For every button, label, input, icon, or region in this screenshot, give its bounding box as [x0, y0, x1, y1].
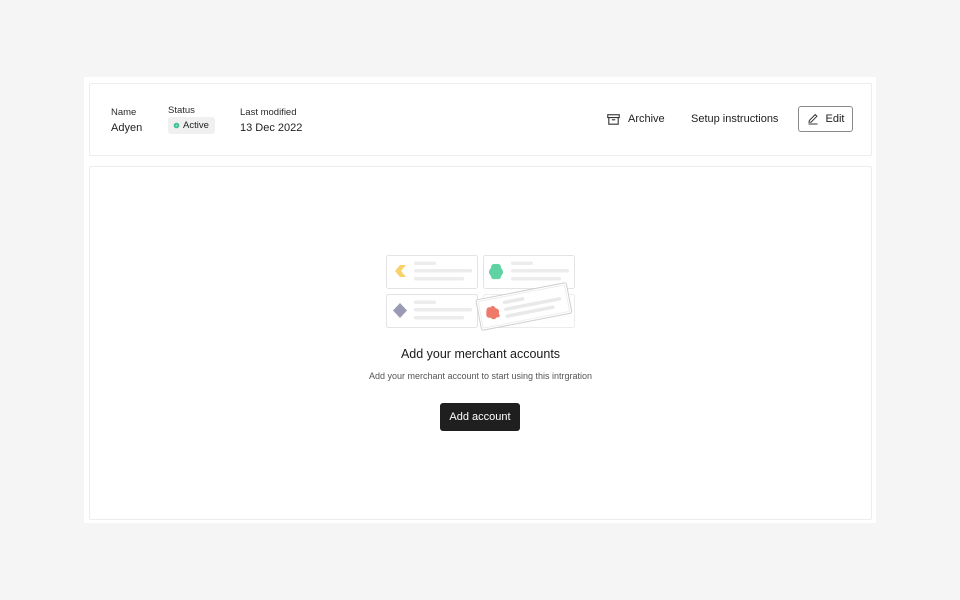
integration-header: Name Adyen Status Active Last modified 1… — [89, 83, 872, 156]
setup-instructions-label: Setup instructions — [691, 113, 779, 125]
setup-instructions-link[interactable]: Setup instructions — [691, 104, 778, 134]
empty-state-title: Add your merchant accounts — [400, 347, 561, 361]
status-value: Active — [183, 120, 209, 131]
edit-label: Edit — [825, 113, 845, 125]
integration-panel: Name Adyen Status Active Last modified 1… — [84, 77, 876, 523]
status-dot-icon — [173, 122, 180, 129]
status-label: Status — [168, 105, 195, 116]
archive-button[interactable]: Archive — [607, 104, 665, 134]
illustration-card — [386, 255, 478, 289]
merchant-accounts-empty-state: Add your merchant accounts Add your merc… — [89, 166, 872, 520]
status-badge: Active — [168, 117, 215, 134]
pencil-icon — [807, 113, 818, 125]
empty-state-illustration — [386, 255, 575, 331]
edit-button[interactable]: Edit — [798, 106, 853, 132]
name-label: Name — [111, 107, 137, 118]
last-modified-value: 13 Dec 2022 — [240, 122, 303, 134]
illustration-card — [386, 294, 478, 328]
add-account-label: Add account — [449, 411, 511, 423]
empty-state-subtitle: Add your merchant account to start using… — [368, 371, 593, 381]
name-value: Adyen — [111, 122, 143, 134]
last-modified-label: Last modified — [240, 107, 297, 118]
archive-label: Archive — [628, 113, 665, 125]
add-account-button[interactable]: Add account — [440, 403, 520, 431]
archive-icon — [607, 113, 620, 125]
